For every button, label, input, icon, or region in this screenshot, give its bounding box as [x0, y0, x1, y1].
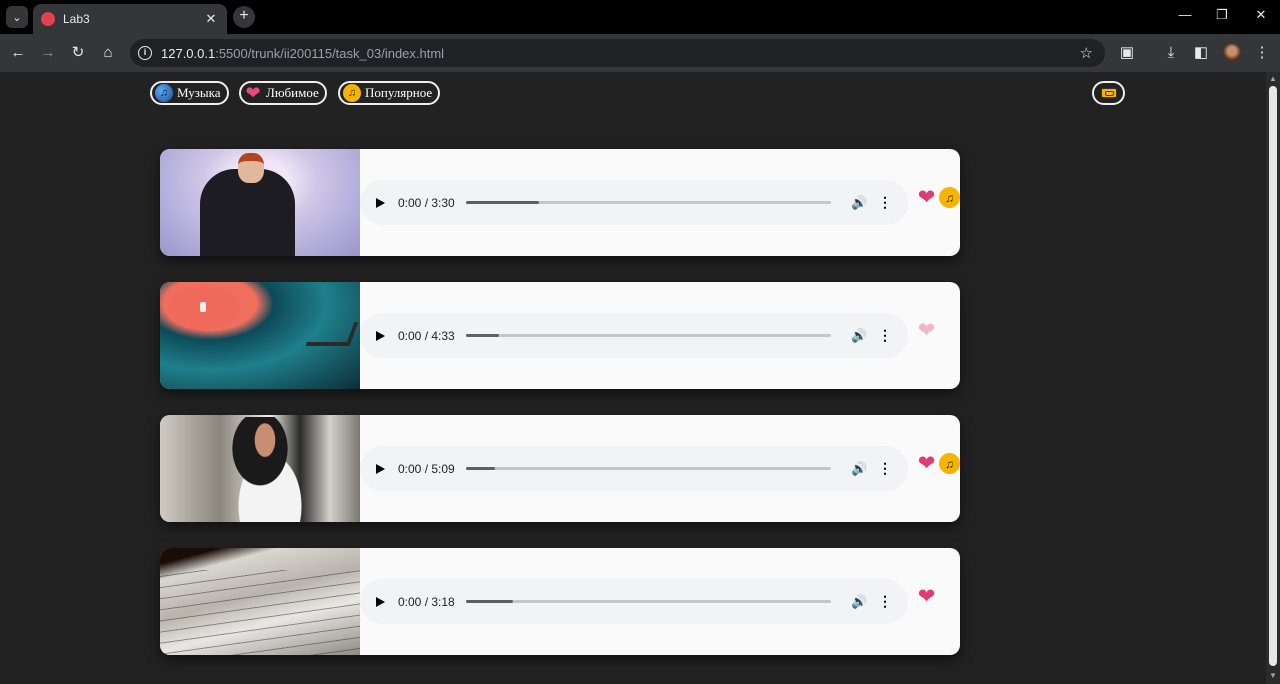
volume-icon[interactable]: 🔊 [851, 328, 867, 344]
track-cover-image [160, 149, 360, 256]
seek-bar[interactable] [466, 334, 831, 337]
track-tags: ❤ ♫ [916, 187, 960, 208]
download-icon[interactable]: ⤓ [1161, 43, 1181, 63]
popular-note-icon[interactable]: ♫ [939, 187, 960, 208]
browser-tabstrip: ⌄ Lab3 ✕ + — ❐ ✕ [0, 0, 1280, 34]
music-icon: ♫ [155, 84, 173, 102]
avatar[interactable] [1223, 44, 1241, 62]
time-display: 0:00 / 5:09 [398, 461, 455, 476]
seek-bar[interactable] [466, 467, 831, 470]
play-icon[interactable] [376, 330, 385, 341]
scroll-up-icon[interactable]: ▲ [1269, 74, 1277, 83]
page-content: ♫ Музыка ❤ Любимое ♫ Популярное 0:00 / 3… [0, 72, 1266, 684]
home-icon[interactable]: ⌂ [98, 43, 118, 63]
play-icon[interactable] [376, 463, 385, 474]
track-cover-image [160, 548, 360, 655]
browser-toolbar: ← → ↻ ⌂ i 127.0.0.1:5500/trunk/ii200115/… [0, 34, 1280, 72]
cover-sheet-music [160, 570, 360, 655]
more-options-icon[interactable]: ⋮ [878, 194, 892, 211]
tab-title: Lab3 [63, 12, 90, 26]
seek-fill [466, 600, 514, 603]
nav-favorite-label: Любимое [266, 85, 319, 100]
favorite-heart-icon[interactable]: ❤ [916, 320, 937, 341]
volume-icon[interactable]: 🔊 [851, 594, 867, 610]
audio-player[interactable]: 0:00 / 5:09 🔊 ⋮ [360, 446, 908, 491]
star-icon[interactable]: ☆ [1080, 44, 1093, 62]
nav-music-button[interactable]: ♫ Музыка [150, 81, 229, 105]
nav-popular-button[interactable]: ♫ Популярное [338, 81, 441, 105]
time-display: 0:00 / 3:30 [398, 195, 455, 210]
audio-player[interactable]: 0:00 / 3:30 🔊 ⋮ [360, 180, 908, 225]
side-panel-icon[interactable]: ◧ [1191, 43, 1211, 63]
scroll-down-icon[interactable]: ▼ [1269, 671, 1277, 680]
puzzle-icon[interactable]: ▣ [1117, 43, 1137, 63]
track-cover-image [160, 282, 360, 389]
cassette-icon [1100, 88, 1117, 98]
audio-player[interactable]: 0:00 / 3:18 🔊 ⋮ [360, 579, 908, 624]
restore-icon[interactable]: ❐ [1212, 7, 1232, 23]
nav-popular-label: Популярное [365, 85, 433, 100]
cassette-button[interactable] [1092, 81, 1125, 105]
minimize-icon[interactable]: — [1175, 7, 1195, 22]
url-path: :5500/trunk/ii200115/task_03/index.html [215, 45, 445, 61]
more-options-icon[interactable]: ⋮ [878, 460, 892, 477]
more-options-icon[interactable]: ⋮ [878, 593, 892, 610]
record-spindle [200, 302, 206, 312]
track-tags: ❤ [916, 320, 937, 341]
new-tab-button[interactable]: + [233, 6, 255, 28]
play-icon[interactable] [376, 596, 385, 607]
seek-bar[interactable] [466, 600, 831, 603]
volume-icon[interactable]: 🔊 [851, 461, 867, 477]
browser-tab[interactable]: Lab3 ✕ [33, 4, 227, 34]
reload-icon[interactable]: ↻ [68, 43, 88, 63]
popular-note-icon[interactable]: ♫ [939, 453, 960, 474]
arrow-right-icon[interactable]: → [38, 43, 58, 63]
window-close-icon[interactable]: ✕ [1251, 7, 1271, 23]
plus-icon: + [239, 7, 249, 24]
note-icon: ♫ [343, 84, 361, 102]
more-options-icon[interactable]: ⋮ [878, 327, 892, 344]
play-icon[interactable] [376, 197, 385, 208]
time-display: 0:00 / 4:33 [398, 328, 455, 343]
info-icon[interactable]: i [138, 46, 152, 60]
cover-person [215, 417, 315, 522]
track-card: 0:00 / 3:30 🔊 ⋮ ❤ ♫ [160, 149, 960, 256]
scroll-thumb[interactable] [1269, 86, 1277, 666]
track-cover-image [160, 415, 360, 522]
kebab-icon[interactable]: ⋮ [1252, 43, 1272, 63]
audio-player[interactable]: 0:00 / 4:33 🔊 ⋮ [360, 313, 908, 358]
page-scrollbar[interactable]: ▲ ▼ [1266, 72, 1280, 684]
seek-bar[interactable] [466, 201, 831, 204]
seek-fill [466, 467, 496, 470]
cover-figure-head [238, 153, 264, 183]
track-tags: ❤ [916, 586, 937, 607]
address-bar[interactable]: i 127.0.0.1:5500/trunk/ii200115/task_03/… [130, 39, 1105, 67]
seek-fill [466, 201, 539, 204]
track-card: 0:00 / 5:09 🔊 ⋮ ❤ ♫ [160, 415, 960, 522]
tonearm [305, 322, 359, 346]
favicon-icon [41, 12, 55, 26]
volume-icon[interactable]: 🔊 [851, 195, 867, 211]
favorite-heart-icon[interactable]: ❤ [916, 187, 937, 208]
track-card: 0:00 / 3:18 🔊 ⋮ ❤ [160, 548, 960, 655]
nav-music-label: Музыка [177, 85, 221, 100]
seek-fill [466, 334, 499, 337]
track-tags: ❤ ♫ [916, 453, 960, 474]
track-card: 0:00 / 4:33 🔊 ⋮ ❤ [160, 282, 960, 389]
tab-search-button[interactable]: ⌄ [6, 6, 28, 28]
url-host: 127.0.0.1 [161, 45, 216, 61]
nav-favorite-button[interactable]: ❤ Любимое [239, 81, 327, 105]
chevron-down-icon: ⌄ [12, 11, 22, 24]
favorite-heart-icon[interactable]: ❤ [916, 453, 937, 474]
favorite-heart-icon[interactable]: ❤ [916, 586, 937, 607]
close-icon[interactable]: ✕ [203, 11, 219, 27]
arrow-left-icon[interactable]: ← [8, 43, 28, 63]
heart-icon: ❤ [245, 82, 261, 103]
time-display: 0:00 / 3:18 [398, 594, 455, 609]
